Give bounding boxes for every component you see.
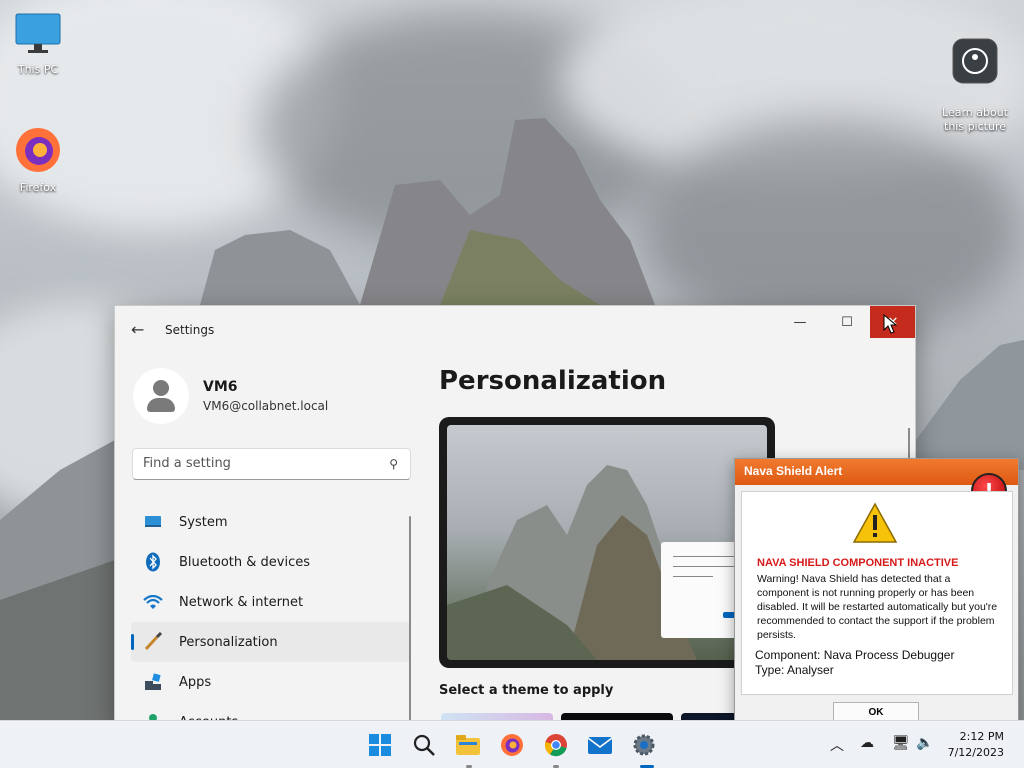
sidebar-item-apps[interactable]: Apps — [131, 662, 411, 702]
network-icon[interactable]: 🖥 — [892, 735, 910, 751]
desktop-icon-learn-about-picture[interactable]: Learn about this picture — [938, 10, 1012, 134]
clock-date: 7/12/2023 — [947, 746, 1004, 759]
settings-nav: System Bluetooth & devices Network & int… — [131, 502, 411, 724]
sidebar-scrollbar[interactable] — [409, 516, 411, 724]
display-icon — [143, 512, 163, 532]
clock-time: 2:12 PM — [959, 730, 1004, 743]
page-title: Personalization — [439, 366, 667, 396]
avatar — [133, 368, 189, 424]
brush-icon — [143, 632, 163, 652]
search-input[interactable]: Find a setting ⚲ — [132, 448, 411, 480]
themes-label: Select a theme to apply — [439, 683, 614, 698]
sidebar-item-personalization[interactable]: Personalization — [131, 622, 411, 662]
user-profile[interactable]: VM6 VM6@collabnet.local — [133, 368, 328, 424]
search-icon[interactable] — [410, 731, 438, 759]
window-title: Settings — [165, 323, 215, 337]
warning-triangle-icon — [852, 502, 898, 543]
sidebar-item-label: Bluetooth & devices — [179, 554, 310, 570]
nava-shield-alert-dialog: Nava Shield Alert ! NAVA SHIELD COMPONEN… — [734, 458, 1019, 726]
mail-icon[interactable] — [586, 731, 614, 759]
volume-icon[interactable]: 🔈 — [916, 735, 933, 751]
wallpaper-preview-image — [447, 425, 767, 660]
chevron-up-icon[interactable]: ︿ — [830, 735, 844, 755]
sidebar-item-label: Personalization — [179, 634, 278, 650]
minimize-button[interactable]: — — [777, 306, 823, 338]
clock[interactable]: 2:12 PM 7/12/2023 — [948, 729, 1004, 761]
taskbar: ︿ ☁ 🖥 🔈 2:12 PM 7/12/2023 — [0, 720, 1024, 768]
sidebar-item-bluetooth[interactable]: Bluetooth & devices — [131, 542, 411, 582]
chrome-icon[interactable] — [542, 731, 570, 759]
sidebar-item-label: System — [179, 514, 228, 530]
desktop-icon-label: Firefox — [19, 181, 57, 194]
settings-gear-icon[interactable] — [630, 731, 658, 759]
profile-email: VM6@collabnet.local — [203, 399, 329, 413]
maximize-button[interactable]: ☐ — [824, 306, 870, 338]
camera-info-icon — [938, 24, 1012, 88]
apps-icon — [143, 672, 163, 692]
file-explorer-icon[interactable] — [454, 731, 482, 759]
ok-button[interactable]: OK — [833, 702, 919, 722]
bluetooth-icon — [143, 552, 163, 572]
search-placeholder: Find a setting — [143, 456, 231, 471]
onedrive-offline-icon[interactable]: ☁ — [860, 735, 874, 751]
sidebar-item-label: Apps — [179, 674, 212, 690]
alert-message: Warning! Nava Shield has detected that a… — [757, 573, 998, 641]
desktop-icon-label: This PC — [17, 63, 59, 76]
monitor-icon — [8, 12, 68, 59]
wifi-icon — [143, 592, 163, 612]
sidebar-item-system[interactable]: System — [131, 502, 411, 542]
mouse-cursor-icon — [883, 314, 897, 334]
search-icon: ⚲ — [389, 457, 398, 471]
profile-name: VM6 — [203, 379, 238, 395]
desktop-icon-label: Learn about this picture — [942, 106, 1008, 133]
sidebar-item-network[interactable]: Network & internet — [131, 582, 411, 622]
alert-body: NAVA SHIELD COMPONENT INACTIVE Warning! … — [741, 491, 1013, 695]
alert-type: Type: Analyser — [755, 663, 834, 677]
desktop-icon-this-pc[interactable]: This PC — [8, 12, 68, 76]
start-icon[interactable] — [366, 731, 394, 759]
firefox-icon — [8, 126, 68, 177]
desktop-icon-firefox[interactable]: Firefox — [8, 126, 68, 194]
alert-component: Component: Nava Process Debugger — [755, 648, 955, 662]
title-bar: ← Settings — ☐ ✕ — [115, 306, 915, 354]
firefox-icon[interactable] — [498, 731, 526, 759]
theme-preview — [439, 417, 775, 668]
sidebar-item-label: Network & internet — [179, 594, 304, 610]
alert-heading: NAVA SHIELD COMPONENT INACTIVE — [757, 557, 959, 569]
back-arrow-icon[interactable]: ← — [131, 320, 144, 339]
